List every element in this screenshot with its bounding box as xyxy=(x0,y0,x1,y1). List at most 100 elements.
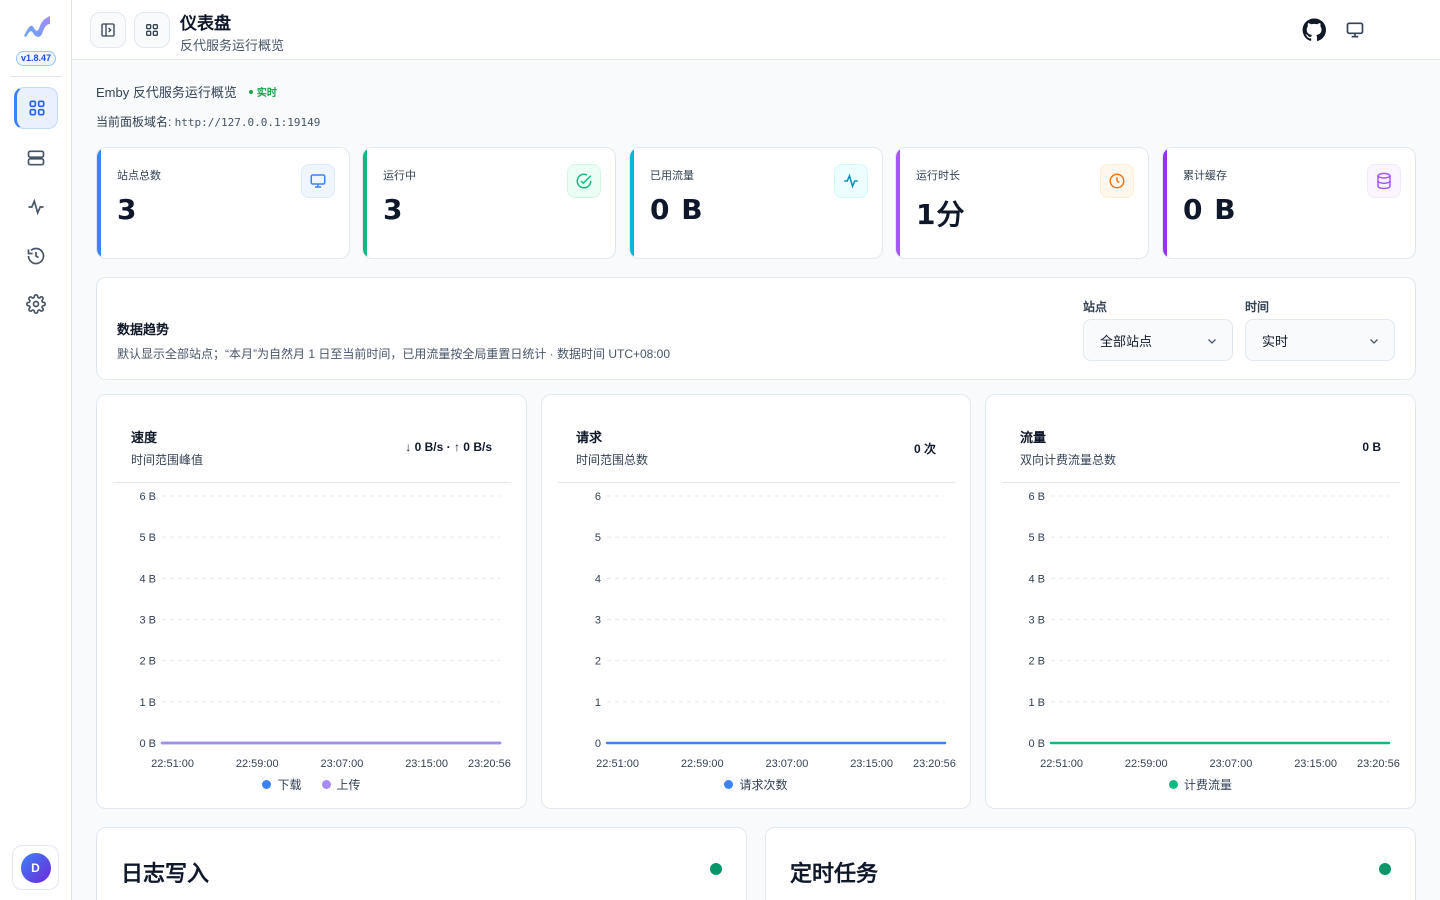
sidebar-item-settings[interactable] xyxy=(14,283,58,325)
card-title: 定时任务 xyxy=(790,861,879,886)
toggle-sidebar-button[interactable] xyxy=(90,12,126,48)
stat-card-cache: 累计缓存 0 B xyxy=(1162,147,1416,259)
trend-description: 默认显示全部站点；“本月”为自然月 1 日至当前时间，已用流量按全局重置日统计 … xyxy=(117,347,671,361)
stat-value: 0 B xyxy=(1183,193,1237,226)
stat-card-running: 运行中 3 xyxy=(362,147,616,259)
avatar[interactable]: D xyxy=(20,852,51,883)
legend-swatch xyxy=(1168,780,1178,789)
stat-label: 运行中 xyxy=(383,170,416,182)
check-circle-icon xyxy=(567,164,601,198)
legend-item-billed-traffic[interactable]: 计费流量 xyxy=(1168,776,1232,793)
time-select-value: 实时 xyxy=(1262,333,1289,349)
x-tick-label: 23:20:56 xyxy=(468,758,511,770)
x-tick-label: 23:07:00 xyxy=(1210,758,1253,770)
stat-value: 3 xyxy=(383,193,404,226)
stat-accent-bar xyxy=(1163,148,1167,258)
github-icon[interactable] xyxy=(1302,18,1326,42)
site-select[interactable]: 全部站点 xyxy=(1083,319,1233,361)
trend-panel: 数据趋势 默认显示全部站点；“本月”为自然月 1 日至当前时间，已用流量按全局重… xyxy=(96,277,1416,380)
chart-legend: 请求次数 xyxy=(542,776,970,793)
legend-item-download[interactable]: 下载 xyxy=(262,776,302,793)
legend-swatch xyxy=(262,780,272,789)
stat-card-uptime: 运行时长 1分 xyxy=(895,147,1149,259)
sidebar-item-servers[interactable] xyxy=(14,137,58,179)
speed-chart-card: 速度 时间范围峰值 ↓ 0 B/s · ↑ 0 B/s 0 B1 B2 B3 B… xyxy=(96,394,527,809)
status-dot xyxy=(1379,863,1391,875)
page-subtitle: 反代服务运行概览 xyxy=(180,38,285,53)
stat-label: 运行时长 xyxy=(916,170,960,182)
time-select[interactable]: 实时 xyxy=(1245,319,1395,361)
legend-item-upload[interactable]: 上传 xyxy=(321,776,361,793)
y-tick-label: 5 xyxy=(595,532,601,544)
traffic-chart-card: 流量 双向计费流量总数 0 B 0 B1 B2 B3 B4 B5 B6 B 22:… xyxy=(985,394,1416,809)
activity-icon xyxy=(28,198,44,216)
stat-accent-bar xyxy=(630,148,634,258)
y-tick-label: 2 B xyxy=(139,656,156,668)
card-title: 日志写入 xyxy=(121,861,210,886)
y-tick-label: 0 xyxy=(595,738,601,750)
server-icon xyxy=(27,150,45,166)
y-tick-label: 2 xyxy=(595,656,601,668)
x-tick-label: 23:07:00 xyxy=(766,758,809,770)
speed-chart-plot: 0 B 1 B 2 B 3 B 4 B 5 B 6 B 22:51:00 22:59:00 23:… xyxy=(139,491,511,770)
y-tick-label: 1 B xyxy=(139,697,156,709)
sidebar: v1.8.47 D xyxy=(0,0,72,900)
chart-legend: 下载 上传 xyxy=(97,776,526,793)
y-tick-label: 0 B xyxy=(1028,738,1045,750)
stat-value: 0 B xyxy=(650,193,704,226)
y-tick-label: 3 B xyxy=(1028,615,1045,627)
sidebar-item-history[interactable] xyxy=(14,235,58,277)
live-badge: 实时 xyxy=(248,84,277,99)
stat-accent-bar xyxy=(97,148,101,258)
x-tick-label: 22:59:00 xyxy=(1125,758,1168,770)
monitor-icon xyxy=(301,164,335,198)
y-tick-label: 5 B xyxy=(139,532,156,544)
trend-title: 数据趋势 xyxy=(117,322,170,337)
top-header: 仪表盘 反代服务运行概览 xyxy=(72,0,1440,60)
status-dot xyxy=(710,863,722,875)
x-tick-label: 23:15:00 xyxy=(850,758,893,770)
gear-icon xyxy=(26,294,46,314)
chart-legend: 计费流量 xyxy=(986,776,1415,793)
grid-icon xyxy=(29,100,45,116)
stat-label: 累计缓存 xyxy=(1183,170,1227,182)
stat-card-sites: 站点总数 3 xyxy=(96,147,350,259)
x-tick-label: 22:51:00 xyxy=(151,758,194,770)
y-tick-label: 4 xyxy=(595,573,601,585)
y-tick-label: 6 xyxy=(595,491,601,503)
stat-label: 已用流量 xyxy=(650,170,694,182)
x-tick-label: 23:15:00 xyxy=(405,758,448,770)
site-select-value: 全部站点 xyxy=(1100,333,1153,349)
apps-button[interactable] xyxy=(134,12,170,48)
x-tick-label: 22:51:00 xyxy=(596,758,639,770)
app-logo[interactable] xyxy=(22,14,52,40)
stat-label: 站点总数 xyxy=(117,170,161,182)
requests-chart-plot: 0 1 2 3 4 5 6 22:51:00 22:59:00 23:07:00 23:15:00 2… xyxy=(595,491,956,770)
sidebar-toggle-icon xyxy=(101,23,115,37)
stat-accent-bar xyxy=(363,148,367,258)
log-write-card: 日志写入 xyxy=(96,827,747,900)
sidebar-item-dashboard[interactable] xyxy=(14,87,58,129)
monitor-icon[interactable] xyxy=(1345,20,1365,40)
panel-domain: 当前面板域名: http://127.0.0.1:19149 xyxy=(96,113,320,130)
x-tick-label: 22:59:00 xyxy=(236,758,279,770)
domain-label: 当前面板域名: xyxy=(96,115,175,129)
y-tick-label: 3 B xyxy=(139,615,156,627)
legend-item-requests[interactable]: 请求次数 xyxy=(724,776,788,793)
live-label: 实时 xyxy=(256,88,277,99)
y-tick-label: 4 B xyxy=(1028,573,1045,585)
sidebar-item-activity[interactable] xyxy=(14,186,58,228)
y-tick-label: 2 B xyxy=(1028,656,1045,668)
x-tick-label: 23:20:56 xyxy=(1357,758,1400,770)
legend-label: 上传 xyxy=(336,778,361,792)
site-filter-label: 站点 xyxy=(1083,300,1108,314)
user-menu[interactable]: D xyxy=(12,845,59,890)
y-tick-label: 6 B xyxy=(1028,491,1045,503)
intro-line: Emby 反代服务运行概览 实时 xyxy=(96,82,277,101)
history-icon xyxy=(27,247,45,265)
y-tick-label: 1 B xyxy=(1028,697,1045,709)
stat-value: 3 xyxy=(117,193,138,226)
stat-card-traffic: 已用流量 0 B xyxy=(629,147,883,259)
database-icon xyxy=(1367,164,1401,198)
legend-label: 请求次数 xyxy=(739,778,788,792)
